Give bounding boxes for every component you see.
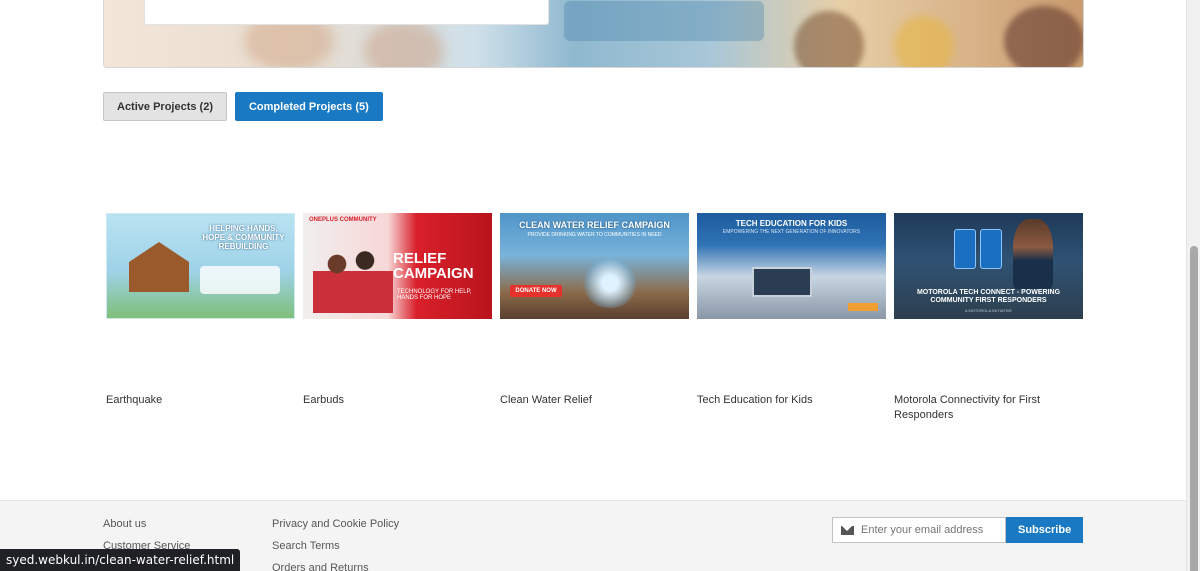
project-card-earthquake[interactable]: HELPING HANDS, HOPE & COMMUNITY REBUILDI… bbox=[106, 213, 295, 423]
image-title: RELIEF CAMPAIGN bbox=[393, 250, 474, 282]
project-image[interactable]: TECH EDUCATION FOR KIDS EMPOWERING THE N… bbox=[697, 213, 886, 319]
image-title: CLEAN WATER RELIEF CAMPAIGN bbox=[519, 220, 670, 230]
image-badge bbox=[848, 303, 878, 311]
house-illustration bbox=[129, 242, 189, 292]
subscribe-button[interactable]: Subscribe bbox=[1006, 517, 1084, 543]
project-card-tech-education[interactable]: TECH EDUCATION FOR KIDS EMPOWERING THE N… bbox=[697, 213, 886, 423]
banner-decoration bbox=[1004, 6, 1083, 67]
image-subtitle: EMPOWERING THE NEXT GENERATION OF INNOVA… bbox=[722, 229, 861, 235]
person-illustration bbox=[1013, 219, 1053, 289]
footer-link-orders-returns[interactable]: Orders and Returns bbox=[272, 561, 399, 571]
tab-active-projects[interactable]: Active Projects (2) bbox=[103, 92, 227, 121]
newsletter-form: Subscribe bbox=[832, 517, 1084, 543]
project-image[interactable]: MOTOROLA TECH CONNECT - POWERING COMMUNI… bbox=[894, 213, 1083, 319]
footer-links-col2: Privacy and Cookie Policy Search Terms O… bbox=[272, 517, 399, 571]
projects-grid: HELPING HANDS, HOPE & COMMUNITY REBUILDI… bbox=[106, 213, 1083, 423]
newsletter-email-input[interactable] bbox=[861, 524, 996, 536]
footer-link-search-terms[interactable]: Search Terms bbox=[272, 539, 399, 561]
banner-decoration bbox=[794, 11, 864, 67]
status-bar-url: syed.webkul.in/clean-water-relief.html bbox=[0, 549, 241, 571]
image-title: MOTOROLA TECH CONNECT - POWERING COMMUNI… bbox=[916, 289, 1061, 305]
water-splash-illustration bbox=[580, 258, 640, 308]
newsletter-email-box[interactable] bbox=[832, 517, 1006, 543]
image-subtitle: A MOTOROLA INITIATIVE bbox=[964, 308, 1013, 313]
project-name[interactable]: Motorola Connectivity for First Responde… bbox=[894, 393, 1083, 423]
project-card-earbuds[interactable]: ONEPLUS COMMUNITY RELIEF CAMPAIGN TECHNO… bbox=[303, 213, 492, 423]
tab-completed-projects[interactable]: Completed Projects (5) bbox=[234, 92, 383, 121]
info-box bbox=[200, 266, 280, 294]
phone-illustration bbox=[980, 229, 1002, 269]
banner-content-box bbox=[144, 0, 549, 25]
envelope-icon bbox=[841, 525, 854, 535]
footer-link-privacy[interactable]: Privacy and Cookie Policy bbox=[272, 517, 399, 539]
banner-decoration bbox=[894, 16, 954, 67]
project-image[interactable]: HELPING HANDS, HOPE & COMMUNITY REBUILDI… bbox=[106, 213, 295, 319]
footer-link-about-us[interactable]: About us bbox=[103, 517, 190, 539]
image-title: HELPING HANDS, HOPE & COMMUNITY REBUILDI… bbox=[202, 224, 285, 252]
laptop-illustration bbox=[752, 267, 812, 297]
image-brand: ONEPLUS COMMUNITY bbox=[309, 217, 377, 223]
image-donate-badge: DONATE NOW bbox=[510, 285, 562, 297]
people-illustration bbox=[313, 243, 393, 313]
project-name[interactable]: Earthquake bbox=[106, 393, 295, 408]
project-name[interactable]: Earbuds bbox=[303, 393, 492, 408]
hero-banner bbox=[103, 0, 1084, 68]
project-tabs: Active Projects (2) Completed Projects (… bbox=[103, 92, 383, 121]
project-name[interactable]: Clean Water Relief bbox=[500, 393, 689, 408]
phone-illustration bbox=[954, 229, 976, 269]
image-subtitle: TECHNOLOGY FOR HELP, HANDS FOR HOPE bbox=[397, 289, 472, 301]
banner-decoration bbox=[364, 21, 444, 67]
project-card-clean-water-relief[interactable]: CLEAN WATER RELIEF CAMPAIGN PROVIDE DRIN… bbox=[500, 213, 689, 423]
project-card-motorola[interactable]: MOTOROLA TECH CONNECT - POWERING COMMUNI… bbox=[894, 213, 1083, 423]
project-image[interactable]: CLEAN WATER RELIEF CAMPAIGN PROVIDE DRIN… bbox=[500, 213, 689, 319]
project-image[interactable]: ONEPLUS COMMUNITY RELIEF CAMPAIGN TECHNO… bbox=[303, 213, 492, 319]
scrollbar-thumb[interactable] bbox=[1190, 246, 1198, 571]
image-subtitle: PROVIDE DRINKING WATER TO COMMUNITIES IN… bbox=[527, 232, 662, 238]
banner-decoration bbox=[564, 1, 764, 41]
page-scrollbar[interactable] bbox=[1186, 0, 1200, 571]
project-name[interactable]: Tech Education for Kids bbox=[697, 393, 886, 408]
image-title: TECH EDUCATION FOR KIDS bbox=[735, 219, 848, 228]
